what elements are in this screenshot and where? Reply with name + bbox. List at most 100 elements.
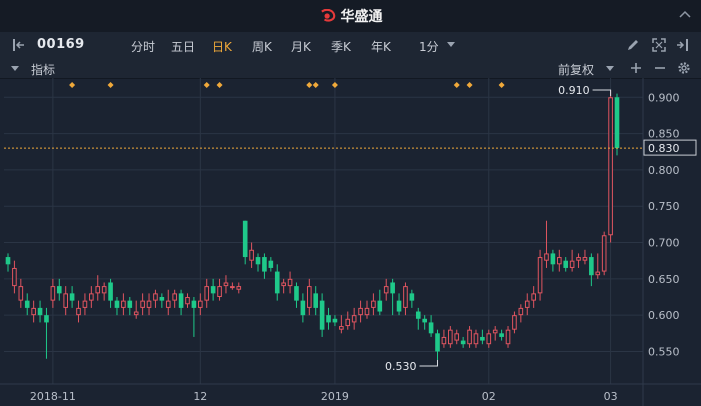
candle-body	[390, 282, 395, 294]
candle-body	[44, 315, 49, 323]
candle-body	[230, 286, 235, 289]
min-price-label: 0.530	[385, 360, 417, 373]
candle	[518, 304, 524, 323]
candle-body	[589, 257, 594, 276]
candle-body	[5, 257, 11, 265]
candle-body	[556, 257, 562, 265]
candle	[409, 289, 415, 308]
candle-body	[339, 326, 344, 330]
candle	[236, 282, 242, 294]
candle-body	[486, 333, 492, 345]
candle-body	[223, 282, 229, 287]
event-marker-icon	[203, 82, 210, 88]
candle	[255, 253, 261, 272]
candle	[319, 293, 325, 337]
minus-icon[interactable]	[654, 62, 666, 74]
candle-body	[396, 300, 402, 312]
tab-quarterly-k[interactable]: 季K	[331, 38, 351, 55]
x-axis: 2018-11 12 2019 02 03	[30, 390, 618, 403]
event-marker-icon	[331, 82, 338, 88]
adjust-mode-select[interactable]: 前复权	[558, 61, 594, 78]
candle-body	[377, 300, 383, 312]
adjust-chevron-down-icon[interactable]	[606, 66, 614, 71]
candle	[492, 326, 498, 341]
candle	[146, 293, 152, 316]
candle-body	[82, 300, 88, 308]
candle-body	[31, 307, 36, 316]
brand-logo-icon	[320, 9, 335, 22]
expand-icon[interactable]	[652, 38, 666, 52]
chart-annotations: 0.830 0.910 0.530	[4, 84, 697, 373]
y-axis: 0.900 0.850 0.800 0.750 0.700 0.650 0.600 0.550	[648, 91, 680, 358]
candle-body	[467, 329, 472, 345]
tab-weekly-k[interactable]: 周K	[252, 38, 272, 55]
candle	[191, 297, 197, 337]
candle	[505, 326, 511, 348]
event-marker-icon	[453, 82, 460, 88]
candle	[114, 297, 120, 316]
tab-intraday[interactable]: 分时	[131, 38, 155, 55]
tab-five-day[interactable]: 五日	[171, 38, 195, 55]
candle-body	[172, 293, 177, 301]
candle-body	[294, 286, 299, 301]
candle	[403, 282, 408, 316]
candle-body	[76, 307, 81, 316]
candle-body	[121, 300, 126, 308]
candle-body	[460, 340, 466, 345]
candle-body	[101, 286, 107, 294]
candle	[313, 286, 319, 316]
candle	[550, 249, 556, 272]
candle	[274, 264, 280, 301]
candle-body	[448, 329, 453, 345]
candle-body	[518, 307, 524, 316]
candle	[569, 249, 575, 272]
tab-monthly-k[interactable]: 月K	[291, 38, 311, 55]
event-marker-icon	[107, 82, 114, 88]
indicator-toggle-icon[interactable]	[11, 66, 19, 71]
candle	[76, 300, 81, 323]
exit-icon[interactable]	[675, 38, 689, 52]
candle-body	[146, 300, 152, 308]
candle-body	[601, 235, 607, 272]
plus-icon[interactable]	[630, 62, 642, 74]
y-tick-label: 0.650	[648, 273, 680, 286]
candle-body	[236, 286, 242, 290]
gear-icon[interactable]	[677, 61, 691, 75]
candle	[268, 257, 274, 272]
stock-code[interactable]: 00169	[37, 37, 85, 52]
candle	[198, 293, 203, 316]
collapse-icon[interactable]	[679, 10, 691, 18]
candle-body	[531, 293, 536, 301]
candle-body	[89, 293, 94, 301]
candle-body	[595, 271, 601, 276]
candle-body	[582, 257, 588, 261]
candle-body	[537, 257, 543, 294]
candle	[262, 253, 267, 279]
x-tick-label: 2019	[321, 390, 349, 403]
chevron-down-icon[interactable]	[447, 42, 455, 47]
kline-chart[interactable]: 0.830 0.910 0.530 0.9000.8500.8000.7500.…	[0, 78, 701, 406]
candle-body	[473, 333, 479, 345]
sidebar-toggle-icon[interactable]	[12, 38, 26, 52]
pencil-icon[interactable]	[626, 38, 640, 52]
x-tick-label: 03	[604, 390, 618, 403]
candle	[601, 231, 607, 276]
candle	[332, 315, 338, 327]
candle-body	[210, 286, 216, 294]
minute-period-select[interactable]: 1分	[419, 38, 439, 55]
candle	[428, 315, 434, 337]
candle	[242, 220, 248, 265]
candle	[608, 90, 613, 243]
candle	[339, 315, 344, 334]
candle-body	[345, 318, 351, 327]
candle	[56, 278, 62, 301]
indicator-label[interactable]: 指标	[31, 61, 55, 78]
tab-yearly-k[interactable]: 年K	[371, 38, 391, 55]
candle	[185, 293, 190, 308]
x-tick-label: 02	[482, 390, 496, 403]
candle-body	[217, 286, 222, 298]
tab-daily-k[interactable]: 日K	[212, 38, 232, 55]
candle	[448, 326, 453, 348]
candle-body	[159, 297, 165, 301]
candle-body	[191, 300, 197, 308]
